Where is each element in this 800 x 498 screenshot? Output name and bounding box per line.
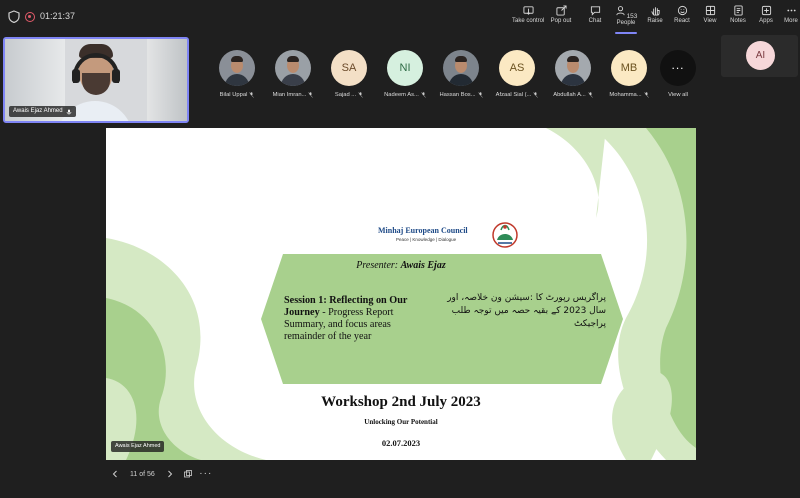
chevron-left-icon xyxy=(112,470,117,478)
sync-view-icon xyxy=(183,470,192,478)
workshop-subtitle: Unlocking Our Potential xyxy=(364,418,438,426)
presenter-name-tag: Awais Ejaz Ahmed xyxy=(111,441,165,452)
meeting-timer: 01:21:37 xyxy=(40,11,76,21)
more-icon xyxy=(786,9,796,12)
mic-icon xyxy=(66,109,71,115)
participant-tile[interactable]: Abdullah A... xyxy=(548,50,598,98)
participant-tile[interactable]: AS Afzaal Sial (... xyxy=(492,50,542,98)
avatar xyxy=(443,50,479,86)
meeting-toolbar: 01:21:37 Take control Pop out Chat 153 P… xyxy=(0,0,800,34)
avatar: AS xyxy=(499,50,535,86)
urdu-session-description: پراگریس رپورٹ کا :سیشن ون خلاصہ، اور سال… xyxy=(447,293,606,329)
people-button[interactable]: 153 People xyxy=(613,5,639,34)
recording-icon xyxy=(25,12,35,22)
chevron-right-icon xyxy=(167,470,172,478)
take-control-button[interactable]: Take control xyxy=(512,5,544,31)
people-count: 153 xyxy=(626,13,638,20)
avatar: SA xyxy=(331,50,367,86)
view-all-button[interactable]: ... View all xyxy=(658,50,698,98)
council-logo: Minhaj European Council Peace | Knowledg… xyxy=(378,220,522,250)
mic-muted-icon xyxy=(643,92,649,98)
slide-pager: 11 of 56 ··· xyxy=(106,465,215,483)
avatar: AI xyxy=(746,41,775,70)
slide-more-options-button[interactable]: ··· xyxy=(197,465,215,483)
participant-tile[interactable]: Bilal Uppal xyxy=(212,50,262,98)
view-button[interactable]: View xyxy=(700,5,720,31)
participant-tile[interactable]: MB Mohamma... xyxy=(604,50,654,98)
people-icon xyxy=(615,6,625,16)
avatar xyxy=(275,50,311,86)
ai-participant-tile[interactable]: AI xyxy=(721,35,798,77)
view-icon xyxy=(705,5,715,16)
slide-counter: 11 of 56 xyxy=(130,470,155,478)
participant-tile[interactable]: SA Sajad ... xyxy=(324,50,374,98)
participant-tile[interactable]: Mian Imran... xyxy=(268,50,318,98)
avatar xyxy=(555,50,591,86)
avatar: NI xyxy=(387,50,423,86)
more-icon: ··· xyxy=(199,468,213,479)
presenter-line: Presenter: Awais Ejaz xyxy=(356,260,446,271)
previous-slide-button[interactable] xyxy=(106,465,124,483)
mic-muted-icon xyxy=(533,92,539,98)
session-description: Session 1: Reflecting on Our Journey - P… xyxy=(284,295,408,342)
more-participants-icon: ... xyxy=(660,50,696,86)
apps-button[interactable]: Apps xyxy=(756,5,776,31)
mic-muted-icon xyxy=(421,92,426,98)
react-button[interactable]: React xyxy=(672,5,692,31)
mic-muted-icon xyxy=(588,92,593,98)
raise-hand-button[interactable]: Raise xyxy=(645,5,665,31)
chat-icon xyxy=(590,6,600,16)
chat-button[interactable]: Chat xyxy=(585,5,605,31)
avatar: MB xyxy=(611,50,647,86)
notes-icon xyxy=(733,5,743,16)
pop-out-icon xyxy=(555,5,567,16)
take-control-icon xyxy=(522,6,534,15)
next-slide-button[interactable] xyxy=(161,465,179,483)
participant-tile[interactable]: NI Nadeem As... xyxy=(380,50,430,98)
notes-button[interactable]: Notes xyxy=(728,5,748,31)
workshop-date: 02.07.2023 xyxy=(381,438,421,448)
council-emblem-icon xyxy=(492,222,518,248)
slide-sync-button[interactable] xyxy=(179,465,197,483)
mic-muted-icon xyxy=(358,92,363,98)
shield-icon xyxy=(8,10,20,23)
raise-hand-icon xyxy=(650,7,660,16)
mic-muted-icon xyxy=(477,92,483,98)
react-icon xyxy=(677,5,687,16)
mic-muted-icon xyxy=(308,92,314,98)
avatar xyxy=(219,50,255,86)
self-video-tile[interactable]: Awais Ejaz Ahmed xyxy=(3,37,189,123)
mic-muted-icon xyxy=(249,92,255,98)
participant-tile[interactable]: Hassan Bos... xyxy=(436,50,486,98)
shared-slide: Minhaj European Council Peace | Knowledg… xyxy=(106,128,696,460)
more-button[interactable]: More xyxy=(782,5,800,31)
workshop-title: Workshop 2nd July 2023 xyxy=(321,394,481,410)
apps-icon xyxy=(761,5,771,16)
self-name-tag: Awais Ejaz Ahmed xyxy=(9,106,76,117)
pop-out-button[interactable]: Pop out xyxy=(548,5,574,31)
